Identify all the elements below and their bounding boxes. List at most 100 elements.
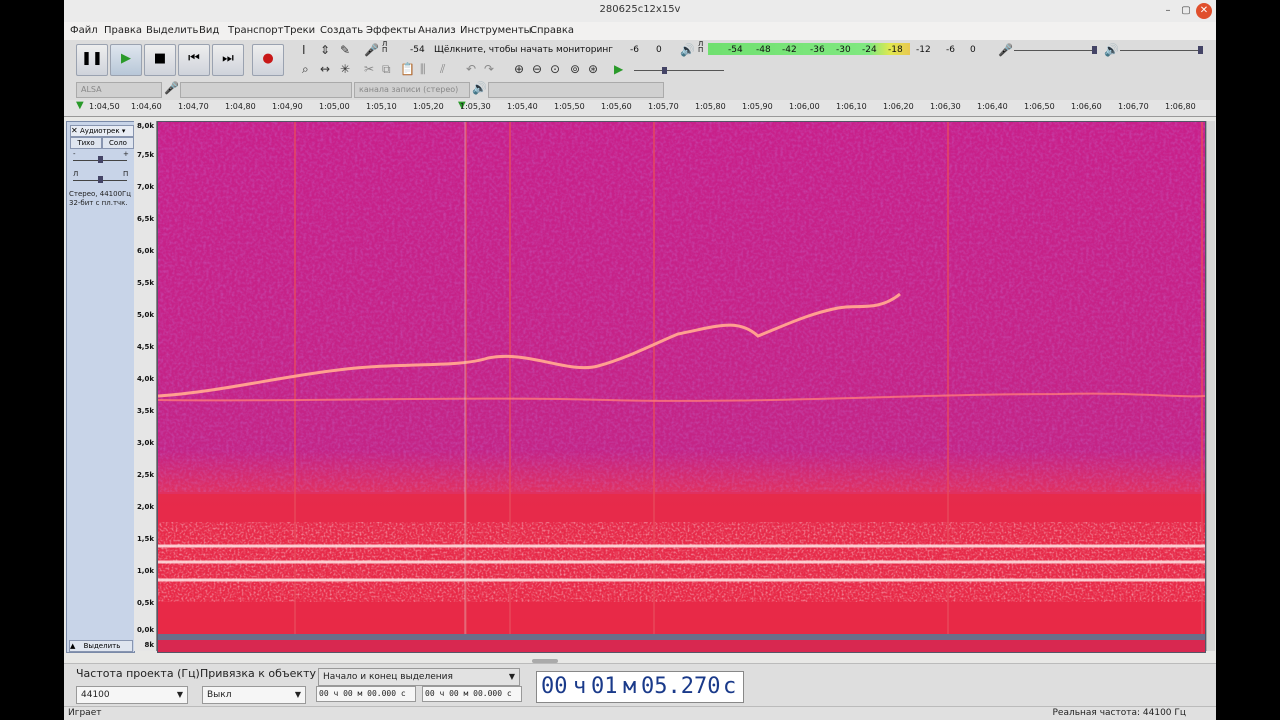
zoom-in-icon[interactable]: ⊕	[514, 62, 524, 76]
menu-generate[interactable]: Создать	[320, 25, 363, 36]
menu-select[interactable]: Выделить	[146, 25, 198, 36]
menu-analyze[interactable]: Анализ	[418, 25, 456, 36]
playback-device-select[interactable]	[488, 82, 664, 98]
stop-button[interactable]: ■	[144, 44, 176, 76]
record-device-select[interactable]	[180, 82, 352, 98]
selection-start-time[interactable]: 00 ч 00 м 00.000 с	[316, 686, 416, 702]
select-track-button[interactable]: ▲ Выделить	[69, 640, 133, 652]
record-volume-slider[interactable]	[1014, 50, 1094, 51]
trim-icon[interactable]: ⫼	[420, 62, 426, 77]
play-scale-48: -48	[756, 45, 771, 55]
solo-button[interactable]: Соло	[102, 137, 134, 149]
lower-channel	[158, 640, 1205, 652]
record-volume-thumb[interactable]	[1092, 46, 1097, 54]
pan-right-label: П	[123, 170, 129, 178]
play-lr: Л П	[698, 41, 706, 54]
selection-mode-select[interactable]: Начало и конец выделения ▼	[318, 668, 520, 686]
track-format-info: Стерео, 44100Гц	[69, 190, 132, 198]
timeline-ruler[interactable]: ▼ ▼ 1:04,50 1:04,60 1:04,70 1:04,80 1:04…	[64, 100, 1216, 117]
playback-volume-slider[interactable]	[1120, 50, 1200, 51]
playback-meter-speaker-icon: 🔊	[680, 43, 695, 57]
draw-tool-icon[interactable]: ✎	[340, 43, 350, 57]
pan-slider-thumb[interactable]	[98, 176, 103, 183]
timeshift-tool-icon[interactable]: ↔	[320, 62, 330, 76]
freq-label: 5,0k	[136, 311, 154, 319]
rec-scale-0: 0	[656, 45, 662, 55]
maximize-icon[interactable]: ▢	[1178, 3, 1194, 19]
ruler-tick: 1:04,60	[131, 102, 162, 111]
zoom-toggle-icon[interactable]: ⊛	[588, 62, 598, 76]
play-speed-thumb[interactable]	[662, 67, 667, 74]
vertical-scrollbar[interactable]	[1206, 121, 1215, 651]
menu-view[interactable]: Вид	[199, 25, 219, 36]
record-channels-select[interactable]: канала записи (стерео)	[354, 82, 470, 98]
pause-button[interactable]: ❚❚	[76, 44, 108, 76]
menu-transport[interactable]: Транспорт	[228, 25, 283, 36]
ruler-tick: 1:05,70	[648, 102, 679, 111]
ruler-tick: 1:06,70	[1118, 102, 1149, 111]
ruler-tick: 1:05,90	[742, 102, 773, 111]
snap-select[interactable]: Выкл ▼	[202, 686, 306, 704]
mute-button[interactable]: Тихо	[70, 137, 102, 149]
zoom-out-icon[interactable]: ⊖	[532, 62, 542, 76]
record-button[interactable]: ●	[252, 44, 284, 76]
gain-slider-thumb[interactable]	[98, 156, 103, 163]
play-icon: ▶	[121, 51, 131, 66]
collapse-track-icon[interactable]: ▲	[70, 642, 75, 650]
chevron-down-icon: ▼	[294, 690, 301, 699]
menu-help[interactable]: Справка	[530, 25, 574, 36]
track-menu-arrow-icon[interactable]: ▾	[122, 127, 126, 135]
ruler-tick: 1:06,10	[836, 102, 867, 111]
audacity-window: 280625c12x15v – ▢ ✕ Файл Правка Выделить…	[64, 0, 1216, 720]
project-rate-value: 44100	[81, 690, 110, 700]
skip-start-button[interactable]: ⏮	[178, 44, 210, 76]
selection-mode-value: Начало и конец выделения	[323, 672, 453, 682]
freq-label: 2,0k	[136, 503, 154, 511]
spectrogram-view[interactable]	[157, 121, 1206, 653]
audio-position-display[interactable]: 00 ч 01 м 05.270 с	[536, 671, 744, 703]
track-close-icon[interactable]: ✕	[71, 126, 78, 135]
silence-icon[interactable]: ⫽	[440, 62, 445, 77]
menu-bar: Файл Правка Выделить Вид Транспорт Треки…	[64, 22, 1216, 40]
track-name-menu[interactable]: ✕ Аудиотрек ▾	[70, 125, 134, 137]
ruler-tick: 1:04,70	[178, 102, 209, 111]
menu-edit[interactable]: Правка	[104, 25, 142, 36]
menu-file[interactable]: Файл	[70, 25, 98, 36]
rec-monitor-hint[interactable]: Щёлкните, чтобы начать мониторинг	[434, 45, 613, 57]
select-track-label: Выделить	[83, 642, 121, 650]
selection-end-time[interactable]: 00 ч 00 м 00.000 с	[422, 686, 522, 702]
minimize-icon[interactable]: –	[1160, 3, 1176, 19]
paste-icon[interactable]: 📋	[400, 62, 415, 76]
audio-host-select[interactable]: ALSA	[76, 82, 162, 98]
pause-icon: ❚❚	[81, 51, 103, 66]
cut-icon[interactable]: ✂	[364, 62, 374, 76]
play-button[interactable]: ▶	[110, 44, 142, 76]
play-speed-slider[interactable]	[634, 70, 724, 71]
envelope-tool-icon[interactable]: ⇕	[320, 43, 330, 57]
copy-icon[interactable]: ⧉	[382, 62, 391, 77]
chevron-down-icon: ▼	[176, 690, 183, 699]
rec-lr: Л П	[382, 41, 390, 54]
selection-tool-icon[interactable]: I	[302, 43, 306, 57]
freq-label: 2,5k	[136, 471, 154, 479]
fit-selection-icon[interactable]: ⊙	[550, 62, 560, 76]
time-minutes-unit: м	[623, 674, 637, 699]
redo-icon[interactable]: ↷	[484, 62, 494, 76]
playback-volume-thumb[interactable]	[1198, 46, 1203, 54]
gain-plus-label: +	[123, 150, 129, 158]
undo-icon[interactable]: ↶	[466, 62, 476, 76]
multi-tool-icon[interactable]: ✳	[340, 62, 350, 76]
ruler-tick: 1:06,30	[930, 102, 961, 111]
skip-end-button[interactable]: ⏭	[212, 44, 244, 76]
project-rate-select[interactable]: 44100 ▼	[76, 686, 188, 704]
menu-effects[interactable]: Эффекты	[366, 25, 416, 36]
fit-project-icon[interactable]: ⊚	[570, 62, 580, 76]
play-at-speed-icon[interactable]: ▶	[614, 62, 623, 76]
status-actual-rate: Реальная частота: 44100 Гц	[1052, 708, 1187, 718]
zoom-tool-icon[interactable]: ⌕	[302, 62, 309, 77]
menu-tools[interactable]: Инструменты	[460, 25, 532, 36]
toolbars: ❚❚ ▶ ■ ⏮ ⏭ ● I ⇕ ✎ ⌕ ↔ ✳ 🎤 Л П -54 Щёлкн…	[64, 40, 1216, 101]
menu-tracks[interactable]: Треки	[284, 25, 315, 36]
close-icon[interactable]: ✕	[1196, 3, 1212, 19]
play-r-label: П	[698, 46, 704, 54]
